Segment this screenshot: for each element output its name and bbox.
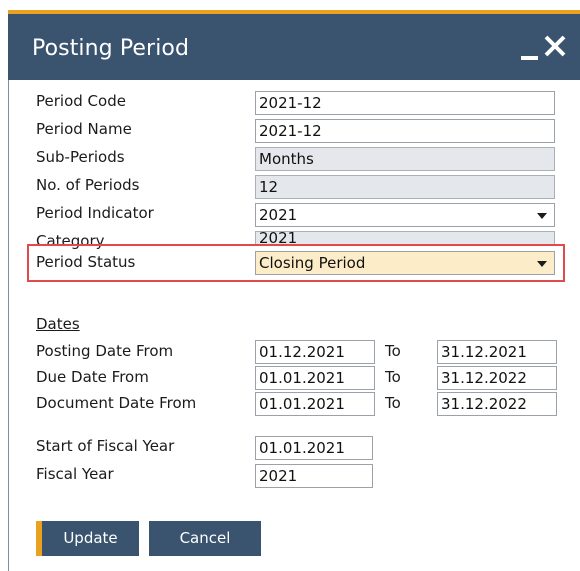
posting-period-window: Posting Period Period Code 2021-12 Perio… xyxy=(8,10,580,571)
period-indicator-value: 2021 xyxy=(259,206,298,224)
fiscal-start-label: Start of Fiscal Year xyxy=(36,437,175,455)
chevron-down-icon[interactable] xyxy=(537,213,547,219)
period-status-label: Period Status xyxy=(36,253,136,271)
fiscal-year-label: Fiscal Year xyxy=(36,465,114,483)
minimize-icon[interactable] xyxy=(521,56,538,60)
period-name-label: Period Name xyxy=(36,120,132,138)
sub-periods-label: Sub-Periods xyxy=(36,148,125,166)
due-date-label: Due Date From xyxy=(36,368,149,386)
fiscal-year-field[interactable]: 2021 xyxy=(255,464,373,488)
posting-date-to-field[interactable]: 31.12.2021 xyxy=(437,340,557,364)
no-of-periods-label: No. of Periods xyxy=(36,176,140,194)
title-bar: Posting Period xyxy=(8,14,580,80)
window-title: Posting Period xyxy=(32,36,190,61)
due-date-to-field[interactable]: 31.12.2022 xyxy=(437,366,557,390)
posting-date-from-field[interactable]: 01.12.2021 xyxy=(255,340,375,364)
due-date-to-label: To xyxy=(385,368,401,386)
period-indicator-select[interactable]: 2021 xyxy=(255,203,555,227)
dates-heading: Dates xyxy=(36,315,80,333)
document-date-from-field[interactable]: 01.01.2021 xyxy=(255,392,375,416)
sub-periods-field: Months xyxy=(255,147,555,171)
due-date-from-field[interactable]: 01.01.2021 xyxy=(255,366,375,390)
close-icon[interactable] xyxy=(542,33,568,59)
document-date-to-field[interactable]: 31.12.2022 xyxy=(437,392,557,416)
document-date-to-label: To xyxy=(385,394,401,412)
period-status-select[interactable]: Closing Period xyxy=(255,251,555,275)
form-body: Period Code 2021-12 Period Name 2021-12 … xyxy=(8,80,580,571)
period-code-label: Period Code xyxy=(36,92,126,110)
cancel-button[interactable]: Cancel xyxy=(149,521,261,556)
period-name-field[interactable]: 2021-12 xyxy=(255,119,555,143)
no-of-periods-field: 12 xyxy=(255,175,555,199)
period-indicator-label: Period Indicator xyxy=(36,204,154,222)
update-button[interactable]: Update xyxy=(36,521,139,556)
document-date-label: Document Date From xyxy=(36,394,197,412)
chevron-down-icon[interactable] xyxy=(537,261,547,267)
period-code-field[interactable]: 2021-12 xyxy=(255,91,555,115)
posting-date-label: Posting Date From xyxy=(36,342,174,360)
period-status-value: Closing Period xyxy=(259,254,366,272)
category-field: 2021 xyxy=(255,231,555,245)
posting-date-to-label: To xyxy=(385,342,401,360)
fiscal-start-field[interactable]: 01.01.2021 xyxy=(255,436,373,460)
